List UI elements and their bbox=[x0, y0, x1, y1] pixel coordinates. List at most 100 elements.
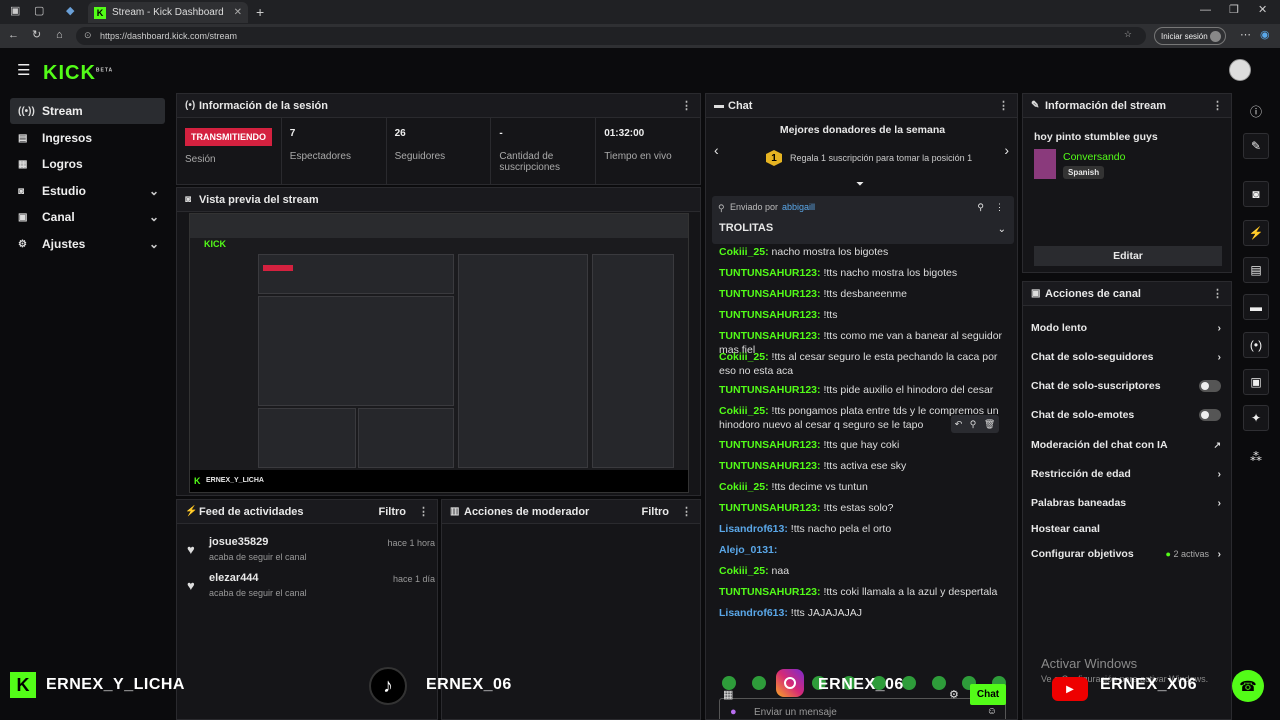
chat-username[interactable]: Cokiii_25: bbox=[719, 351, 769, 363]
microphone-icon[interactable]: ● bbox=[730, 706, 737, 718]
sidebar-item-canal[interactable]: ▣ Canal ⌄ bbox=[10, 204, 165, 230]
sidebar-item-ajustes[interactable]: ⚙ Ajustes ⌄ bbox=[10, 231, 165, 257]
chat-username[interactable]: Cokiii_25: bbox=[719, 481, 769, 493]
send-chat-button[interactable]: Chat bbox=[970, 684, 1006, 705]
favorite-star-icon[interactable]: ☆ bbox=[1124, 29, 1132, 40]
feed-username[interactable]: elezar444 bbox=[209, 572, 259, 584]
delete-icon[interactable]: 🗑 bbox=[984, 419, 995, 430]
copilot-icon[interactable]: ◉ bbox=[1260, 30, 1270, 41]
rail-activity-button[interactable]: ⚡ bbox=[1243, 220, 1269, 246]
support-chat-icon[interactable]: ☎ bbox=[1232, 670, 1264, 702]
rail-tools-button[interactable]: ✦ bbox=[1243, 405, 1269, 431]
url-input[interactable]: ⊙ https://dashboard.kick.com/stream ☆ bbox=[76, 27, 1146, 45]
apps-icon[interactable]: ⁂ bbox=[1250, 450, 1262, 464]
pin-icon[interactable]: ⚲ bbox=[970, 419, 977, 430]
chevron-left-icon[interactable]: ‹ bbox=[714, 142, 719, 158]
feed-username[interactable]: josue35829 bbox=[209, 536, 268, 548]
emote-icon[interactable] bbox=[752, 676, 766, 690]
chat-username[interactable]: Alejo_0131: bbox=[719, 544, 777, 556]
more-options-icon[interactable]: ⋮ bbox=[418, 505, 429, 518]
kick-logo[interactable]: KICKBETA bbox=[43, 62, 113, 85]
chat-username[interactable]: TUNTUNSAHUR123: bbox=[719, 267, 821, 279]
chat-username[interactable]: Cokiii_25: bbox=[719, 565, 769, 577]
more-options-icon[interactable]: ⋮ bbox=[1212, 99, 1223, 112]
rail-camera-button[interactable]: ◙ bbox=[1243, 181, 1269, 207]
tab-list-icon[interactable]: ▢ bbox=[34, 6, 44, 17]
chat-username[interactable]: TUNTUNSAHUR123: bbox=[719, 586, 821, 598]
reload-icon[interactable]: ↻ bbox=[32, 30, 41, 41]
action-ai-moderation[interactable]: Moderación del chat con IA ↗ bbox=[1031, 436, 1221, 454]
chat-username[interactable]: TUNTUNSAHUR123: bbox=[719, 309, 821, 321]
reply-icon[interactable]: ↶ bbox=[955, 419, 963, 430]
action-host-channel[interactable]: Hostear canal bbox=[1031, 520, 1221, 538]
more-menu-icon[interactable]: ⋯ bbox=[1240, 30, 1251, 41]
maximize-icon[interactable]: ❐ bbox=[1229, 5, 1239, 16]
action-configure-goals[interactable]: Configurar objetivos ● 2 activas › bbox=[1031, 545, 1221, 563]
user-avatar[interactable] bbox=[1229, 59, 1251, 81]
chat-input[interactable]: ● Enviar un mensaje ☺ bbox=[719, 698, 1006, 719]
browser-tab[interactable]: K Stream - Kick Dashboard ✕ bbox=[88, 2, 248, 23]
settings-gear-icon[interactable]: ⚙ bbox=[949, 688, 959, 701]
subscribers-only-toggle[interactable] bbox=[1199, 380, 1221, 392]
sidebar-item-stream[interactable]: ((•)) Stream bbox=[10, 98, 165, 124]
action-slow-mode[interactable]: Modo lento › bbox=[1031, 319, 1221, 337]
edge-tab-icon[interactable]: ◆ bbox=[66, 6, 74, 17]
sidebar-item-estudio[interactable]: ◙ Estudio ⌄ bbox=[10, 178, 165, 204]
collapse-icon[interactable]: ⏷ bbox=[856, 179, 864, 190]
home-icon[interactable]: ⌂ bbox=[56, 30, 63, 41]
panel-title: Vista previa del stream bbox=[199, 193, 319, 206]
chat-username[interactable]: TUNTUNSAHUR123: bbox=[719, 288, 821, 300]
workspaces-icon[interactable]: ▣ bbox=[10, 6, 20, 17]
rail-document-button[interactable]: ▤ bbox=[1243, 257, 1269, 283]
chat-username[interactable]: Cokiii_25: bbox=[719, 246, 769, 258]
more-options-icon[interactable]: ⋮ bbox=[681, 505, 692, 518]
feed-filter-button[interactable]: Filtro bbox=[379, 506, 407, 518]
category-name[interactable]: Conversando bbox=[1063, 151, 1125, 163]
emotes-only-toggle[interactable] bbox=[1199, 409, 1221, 421]
new-tab-icon[interactable]: + bbox=[256, 5, 264, 19]
action-emotes-only: Chat de solo-emotes bbox=[1031, 406, 1221, 424]
login-button[interactable]: Iniciar sesión bbox=[1154, 27, 1226, 45]
chat-username[interactable]: TUNTUNSAHUR123: bbox=[719, 502, 821, 514]
chat-username[interactable]: TUNTUNSAHUR123: bbox=[719, 384, 821, 396]
hamburger-menu-icon[interactable]: ☰ bbox=[17, 63, 30, 78]
sidebar-item-logros[interactable]: ▦ Logros bbox=[10, 151, 165, 177]
rail-edit-button[interactable]: ✎ bbox=[1243, 133, 1269, 159]
back-icon[interactable]: ← bbox=[8, 30, 19, 41]
pin-icon[interactable]: ⚲ bbox=[977, 202, 984, 213]
info-icon[interactable]: ⓘ bbox=[1250, 103, 1262, 120]
pinned-by-user[interactable]: abbigaill bbox=[782, 202, 815, 212]
chat-username[interactable]: Lisandrof613: bbox=[719, 523, 788, 535]
rail-broadcast-button[interactable]: (•) bbox=[1243, 332, 1269, 358]
action-banned-words[interactable]: Palabras baneadas › bbox=[1031, 494, 1221, 512]
emote-icon[interactable] bbox=[902, 676, 916, 690]
preview-chat-mini bbox=[458, 254, 588, 468]
close-tab-icon[interactable]: ✕ bbox=[234, 7, 242, 18]
chevron-right-icon[interactable]: › bbox=[1004, 142, 1009, 158]
rail-chat-button[interactable]: ▬ bbox=[1243, 294, 1269, 320]
chevron-down-icon[interactable]: ⌄ bbox=[998, 224, 1006, 235]
chat-text: !tts nacho pela el orto bbox=[790, 523, 892, 535]
close-window-icon[interactable]: ✕ bbox=[1258, 5, 1267, 16]
emote-icon[interactable] bbox=[932, 676, 946, 690]
rail-layout-button[interactable]: ▣ bbox=[1243, 369, 1269, 395]
more-options-icon[interactable]: ⋮ bbox=[998, 99, 1009, 112]
minimize-icon[interactable]: — bbox=[1200, 5, 1211, 16]
store-icon[interactable]: ▦ bbox=[723, 688, 733, 701]
more-options-icon[interactable]: ⋮ bbox=[681, 99, 692, 112]
moderator-filter-button[interactable]: Filtro bbox=[642, 506, 670, 518]
chat-username[interactable]: TUNTUNSAHUR123: bbox=[719, 439, 821, 451]
site-info-icon[interactable]: ⊙ bbox=[84, 30, 92, 41]
chat-username[interactable]: Cokiii_25: bbox=[719, 405, 769, 417]
action-followers-only[interactable]: Chat de solo-seguidores › bbox=[1031, 348, 1221, 366]
chat-username[interactable]: Lisandrof613: bbox=[719, 607, 788, 619]
chat-username[interactable]: TUNTUNSAHUR123: bbox=[719, 460, 821, 472]
chat-username[interactable]: TUNTUNSAHUR123: bbox=[719, 330, 821, 342]
edit-button[interactable]: Editar bbox=[1034, 246, 1222, 266]
more-options-icon[interactable]: ⋮ bbox=[995, 202, 1004, 213]
stream-preview-video[interactable]: KICK K ERNEX_Y_LICHA bbox=[189, 213, 689, 493]
action-age-restriction[interactable]: Restricción de edad › bbox=[1031, 465, 1221, 483]
sidebar-item-ingresos[interactable]: ▤ Ingresos bbox=[10, 125, 165, 151]
emoji-icon[interactable]: ☺ bbox=[987, 706, 997, 717]
more-options-icon[interactable]: ⋮ bbox=[1212, 287, 1223, 300]
